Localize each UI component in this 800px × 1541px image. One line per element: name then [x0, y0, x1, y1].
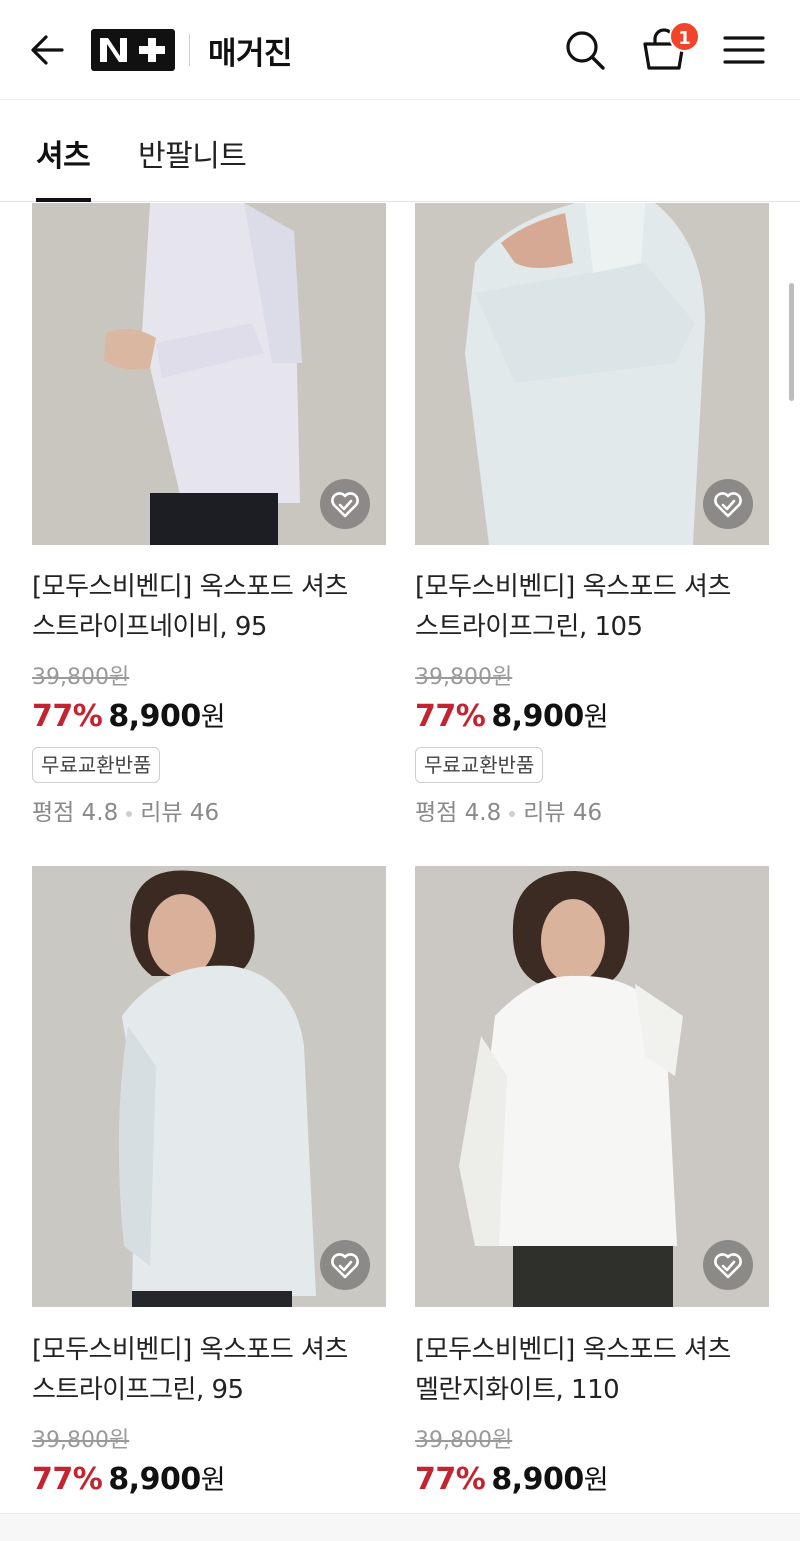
logo-divider	[189, 34, 190, 66]
discount-rate: 77%	[415, 699, 486, 734]
naver-plus-logo[interactable]	[91, 29, 175, 71]
product-card[interactable]: [모두스비벤디] 옥스포드 셔츠 스트라이프네이비, 95 39,800원 77…	[32, 203, 386, 843]
back-button[interactable]	[28, 30, 68, 70]
product-name-line2: 스트라이프네이비, 95	[32, 612, 267, 642]
page-title: 매거진	[208, 36, 293, 72]
currency-unit: 원	[200, 1465, 226, 1496]
price-row: 77% 8,900원	[32, 1458, 226, 1497]
logo-mark	[100, 38, 165, 62]
wishlist-button[interactable]	[703, 1240, 753, 1290]
product-name-line2: 스트라이프그린, 95	[32, 1375, 244, 1405]
product-name[interactable]: [모두스비벤디] 옥스포드 셔츠 스트라이프네이비, 95	[32, 567, 386, 647]
discount-rate: 77%	[32, 699, 103, 734]
category-tabs: 셔츠 반팔니트	[0, 101, 800, 202]
heart-check-icon	[331, 492, 359, 518]
discount-rate: 77%	[415, 1462, 486, 1497]
product-name[interactable]: [모두스비벤디] 옥스포드 셔츠 멜란지화이트, 110	[415, 1330, 769, 1410]
original-price: 39,800원	[32, 665, 130, 690]
sale-price: 8,900	[108, 1462, 201, 1497]
price-row: 77% 8,900원	[415, 1458, 609, 1497]
separator-dot	[509, 810, 516, 817]
product-name-line1: [모두스비벤디] 옥스포드 셔츠	[32, 572, 348, 602]
rating-review: 평점 4.8 리뷰 46	[32, 793, 219, 827]
review-label: 리뷰 46	[140, 800, 220, 826]
product-name[interactable]: [모두스비벤디] 옥스포드 셔츠 스트라이프그린, 95	[32, 1330, 386, 1410]
original-price: 39,800원	[415, 1428, 513, 1453]
product-name-line1: [모두스비벤디] 옥스포드 셔츠	[415, 1335, 731, 1365]
rating-label: 평점 4.8	[32, 800, 119, 826]
product-name-line1: [모두스비벤디] 옥스포드 셔츠	[415, 572, 731, 602]
sale-price: 8,900	[491, 699, 584, 734]
bottom-bar	[0, 1513, 800, 1541]
heart-check-icon	[714, 492, 742, 518]
product-card[interactable]: [모두스비벤디] 옥스포드 셔츠 멜란지화이트, 110 39,800원 77%…	[415, 866, 769, 1513]
free-return-tag: 무료교환반품	[415, 747, 544, 783]
scrollbar[interactable]	[789, 283, 794, 401]
top-header: 매거진 1	[0, 0, 800, 100]
heart-check-icon	[331, 1253, 359, 1279]
review-label: 리뷰 46	[523, 800, 603, 826]
currency-unit: 원	[200, 702, 226, 733]
currency-unit: 원	[583, 1465, 609, 1496]
search-button[interactable]	[563, 28, 607, 72]
rating-review: 평점 4.8 리뷰 46	[415, 793, 602, 827]
tab-shirts[interactable]: 셔츠	[36, 131, 91, 175]
separator-dot	[126, 810, 133, 817]
product-image[interactable]	[32, 203, 386, 545]
product-card[interactable]: [모두스비벤디] 옥스포드 셔츠 스트라이프그린, 105 39,800원 77…	[415, 203, 769, 843]
product-name-line2: 멜란지화이트, 110	[415, 1375, 620, 1405]
product-image[interactable]	[415, 203, 769, 545]
heart-check-icon	[714, 1253, 742, 1279]
product-name-line2: 스트라이프그린, 105	[415, 612, 643, 642]
menu-button[interactable]	[722, 30, 766, 70]
original-price: 39,800원	[415, 665, 513, 690]
product-image[interactable]	[415, 866, 769, 1307]
product-card[interactable]: [모두스비벤디] 옥스포드 셔츠 스트라이프그린, 95 39,800원 77%…	[32, 866, 386, 1513]
cart-count-badge: 1	[669, 21, 700, 52]
wishlist-button[interactable]	[320, 479, 370, 529]
rating-label: 평점 4.8	[415, 800, 502, 826]
arrow-left-icon	[31, 35, 64, 65]
tab-short-sleeve-knit[interactable]: 반팔니트	[138, 131, 247, 175]
hamburger-menu-icon	[723, 36, 765, 64]
wishlist-button[interactable]	[320, 1240, 370, 1290]
free-return-tag: 무료교환반품	[32, 747, 161, 783]
price-row: 77% 8,900원	[32, 695, 226, 734]
search-icon	[566, 31, 605, 70]
product-image[interactable]	[32, 866, 386, 1307]
discount-rate: 77%	[32, 1462, 103, 1497]
price-row: 77% 8,900원	[415, 695, 609, 734]
original-price: 39,800원	[32, 1428, 130, 1453]
sale-price: 8,900	[108, 699, 201, 734]
currency-unit: 원	[583, 702, 609, 733]
product-name-line1: [모두스비벤디] 옥스포드 셔츠	[32, 1335, 348, 1365]
sale-price: 8,900	[491, 1462, 584, 1497]
active-tab-indicator	[36, 198, 91, 202]
wishlist-button[interactable]	[703, 479, 753, 529]
product-name[interactable]: [모두스비벤디] 옥스포드 셔츠 스트라이프그린, 105	[415, 567, 769, 647]
